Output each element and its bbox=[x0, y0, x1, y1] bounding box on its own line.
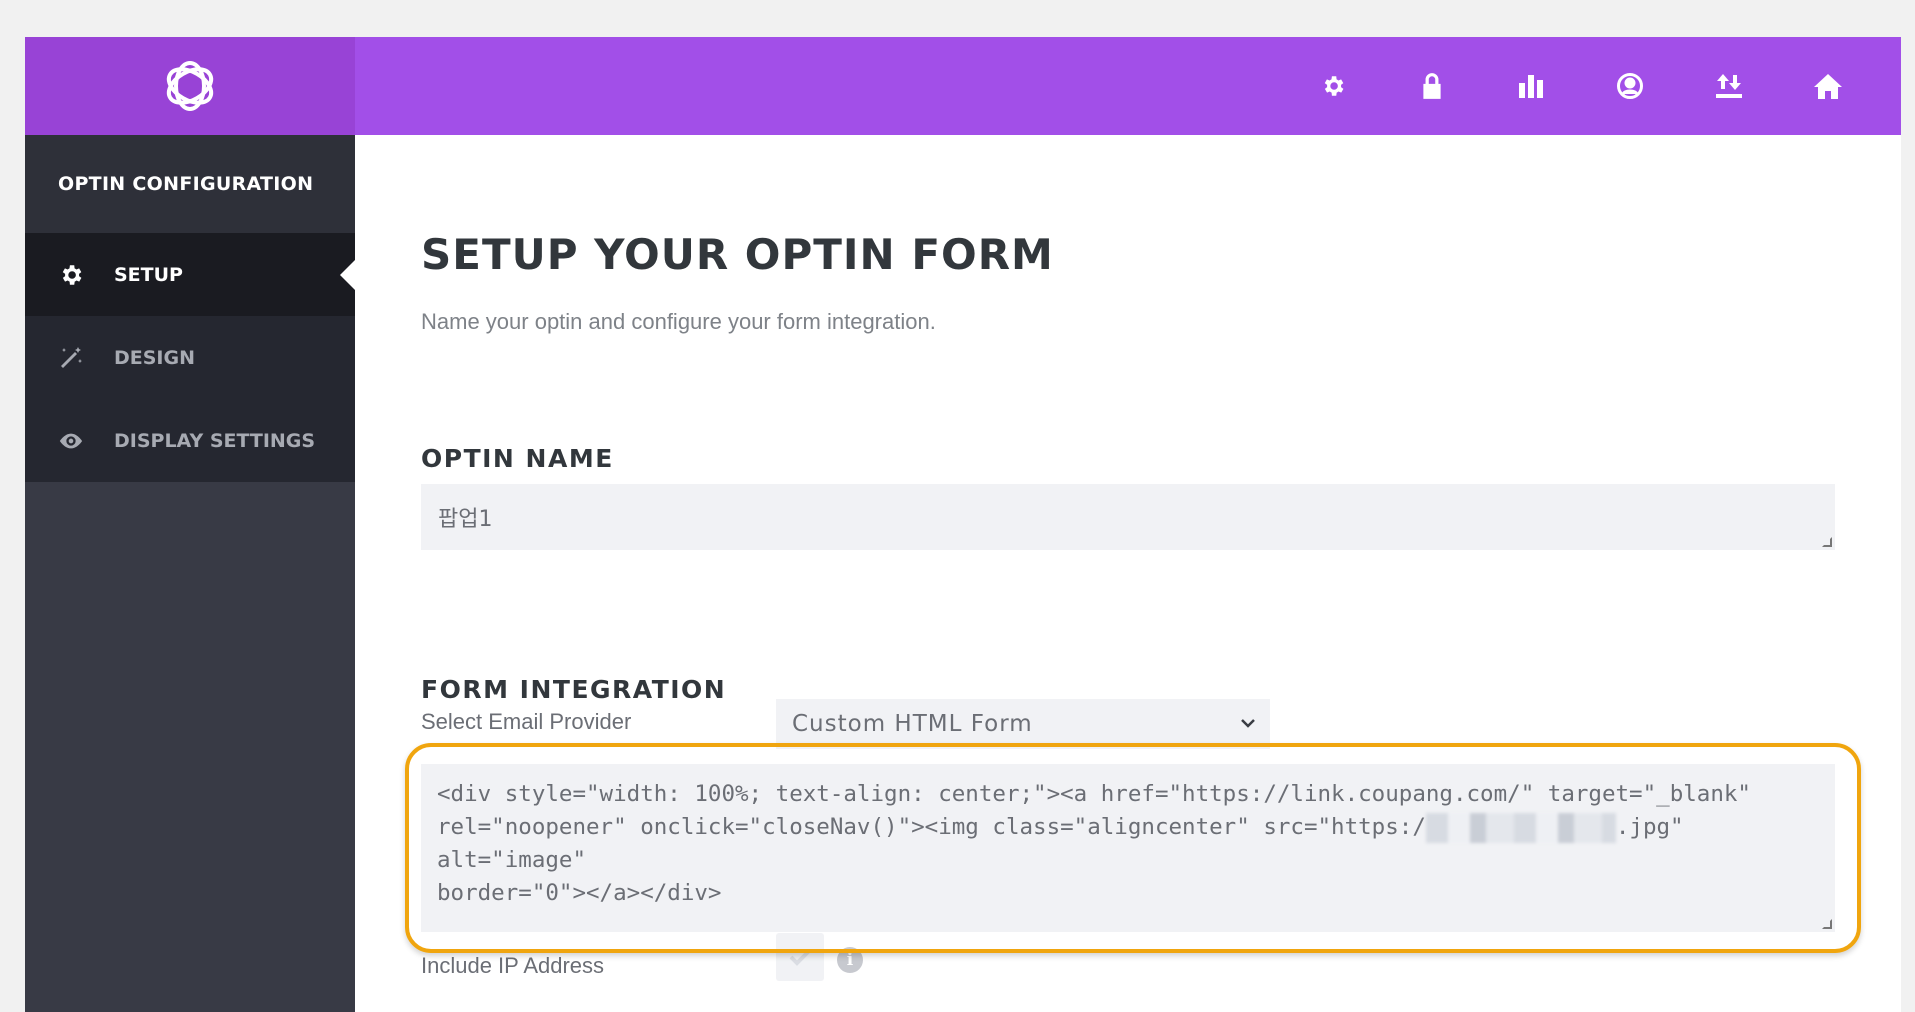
sidebar-item-label: SETUP bbox=[114, 263, 183, 286]
gear-icon bbox=[58, 262, 84, 288]
optin-name-heading: OPTIN NAME bbox=[421, 444, 614, 473]
lock-button[interactable] bbox=[1382, 37, 1481, 135]
import-export-button[interactable] bbox=[1679, 37, 1778, 135]
home-button[interactable] bbox=[1778, 37, 1877, 135]
redacted-url-mask bbox=[1425, 812, 1616, 843]
info-icon[interactable]: i bbox=[837, 947, 863, 973]
magic-wand-icon bbox=[58, 345, 84, 371]
page-subtitle: Name your optin and configure your form … bbox=[421, 309, 936, 334]
home-icon bbox=[1813, 74, 1842, 99]
check-icon bbox=[789, 949, 811, 966]
logo[interactable] bbox=[25, 37, 355, 135]
include-ip-checkbox[interactable] bbox=[776, 933, 824, 981]
resize-handle-icon[interactable] bbox=[1822, 537, 1832, 547]
stats-button[interactable] bbox=[1481, 37, 1580, 135]
user-circle-icon bbox=[1616, 73, 1643, 99]
sidebar-item-display-settings[interactable]: DISPLAY SETTINGS bbox=[25, 399, 355, 482]
sidebar-item-design[interactable]: DESIGN bbox=[25, 316, 355, 399]
sidebar-item-label: DISPLAY SETTINGS bbox=[114, 429, 316, 452]
main-content: SETUP YOUR OPTIN FORM Name your optin an… bbox=[355, 135, 1901, 1012]
account-button[interactable] bbox=[1580, 37, 1679, 135]
resize-handle-icon[interactable] bbox=[1822, 919, 1832, 929]
top-bar bbox=[25, 37, 1901, 135]
page-title: SETUP YOUR OPTIN FORM bbox=[421, 230, 1054, 279]
import-export-icon bbox=[1715, 74, 1742, 98]
form-integration-heading: FORM INTEGRATION bbox=[421, 675, 727, 704]
settings-button[interactable] bbox=[1283, 37, 1382, 135]
chevron-down-icon bbox=[1241, 719, 1255, 728]
bloom-logo-icon bbox=[166, 61, 214, 111]
top-icon-bar bbox=[1283, 37, 1877, 135]
eye-icon bbox=[58, 428, 84, 454]
email-provider-value: Custom HTML Form bbox=[792, 711, 1033, 737]
gear-icon bbox=[1324, 76, 1343, 96]
email-provider-select[interactable]: Custom HTML Form bbox=[776, 699, 1270, 749]
sidebar-item-setup[interactable]: SETUP bbox=[25, 233, 355, 316]
lock-icon bbox=[1422, 73, 1441, 99]
sidebar: OPTIN CONFIGURATION SETUP DESIGN DISPLAY… bbox=[25, 135, 355, 1012]
bar-chart-icon bbox=[1518, 75, 1543, 98]
email-provider-label: Select Email Provider bbox=[421, 709, 632, 734]
optin-name-value: 팝업1 bbox=[438, 507, 493, 532]
custom-html-textarea[interactable]: <div style="width: 100%; text-align: cen… bbox=[421, 764, 1835, 932]
include-ip-label: Include IP Address bbox=[421, 953, 605, 978]
sidebar-item-label: DESIGN bbox=[114, 346, 196, 369]
app-window: OPTIN CONFIGURATION SETUP DESIGN DISPLAY… bbox=[25, 37, 1901, 1012]
sidebar-nav: SETUP DESIGN DISPLAY SETTINGS bbox=[25, 233, 355, 482]
optin-name-field[interactable]: 팝업1 bbox=[421, 484, 1835, 550]
sidebar-title: OPTIN CONFIGURATION bbox=[25, 135, 355, 233]
